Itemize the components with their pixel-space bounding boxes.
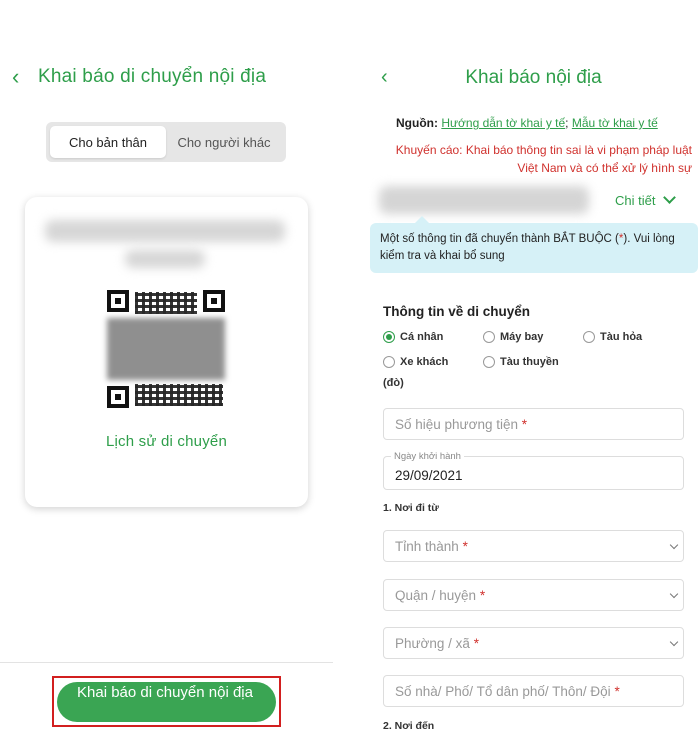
radio-icon bbox=[383, 356, 395, 368]
qr-blurred-area bbox=[107, 318, 225, 380]
blurred-profile-name bbox=[379, 186, 589, 214]
radio-label-continuation: (đò) bbox=[383, 377, 404, 389]
radio-icon bbox=[483, 331, 495, 343]
ward-select[interactable]: Phường / xã * bbox=[383, 627, 684, 659]
radio-train[interactable]: Tàu hỏa bbox=[583, 331, 642, 343]
radio-label: Tàu hỏa bbox=[600, 331, 643, 343]
form-template-link[interactable]: Mẫu tờ khai y tế bbox=[572, 116, 658, 130]
qr-finder bbox=[107, 290, 129, 312]
district-select[interactable]: Quận / huyện * bbox=[383, 579, 684, 611]
qr-pattern bbox=[135, 292, 197, 314]
required-star: * bbox=[614, 684, 620, 699]
detail-toggle[interactable]: Chi tiết bbox=[615, 191, 677, 208]
province-select[interactable]: Tỉnh thành * bbox=[383, 530, 684, 562]
chevron-left-icon[interactable]: ‹ bbox=[12, 66, 19, 88]
radio-label: Máy bay bbox=[500, 331, 544, 343]
date-value: 29/09/2021 bbox=[395, 468, 463, 483]
field-placeholder: Phường / xã bbox=[395, 636, 470, 651]
field-placeholder: Tỉnh thành bbox=[395, 539, 459, 554]
field-placeholder: Số nhà/ Phố/ Tổ dân phố/ Thôn/ Đội bbox=[395, 684, 611, 699]
blurred-name bbox=[45, 220, 285, 242]
blurred-id bbox=[125, 250, 205, 268]
required-info-notice: Một số thông tin đã chuyển thành BẮT BUỘ… bbox=[370, 216, 698, 273]
radio-label: Tàu thuyền bbox=[500, 356, 559, 368]
required-star: * bbox=[479, 588, 486, 603]
radio-coach[interactable]: Xe khách bbox=[383, 356, 448, 368]
from-heading: 1. Nơi đi từ bbox=[383, 502, 439, 514]
page-title: Khai báo di chuyển nội địa bbox=[38, 66, 267, 87]
travel-history-link[interactable]: Lịch sử di chuyển bbox=[0, 433, 333, 450]
segment-others[interactable]: Cho người khác bbox=[166, 126, 282, 158]
section-title: Thông tin về di chuyển bbox=[383, 304, 531, 319]
source-line: Nguồn: Hướng dẫn tờ khai y tế; Mẫu tờ kh… bbox=[396, 116, 658, 130]
source-separator: ; bbox=[565, 116, 569, 130]
gap bbox=[333, 0, 367, 737]
field-placeholder: Quận / huyện bbox=[395, 588, 477, 603]
guide-link[interactable]: Hướng dẫn tờ khai y tế bbox=[441, 116, 565, 130]
required-star: * bbox=[473, 636, 479, 651]
qr-pattern bbox=[135, 384, 223, 406]
chevron-down-icon bbox=[663, 191, 677, 204]
address-input[interactable]: Số nhà/ Phố/ Tổ dân phố/ Thôn/ Đội * bbox=[383, 675, 684, 707]
target-segmented-control: Cho bản thân Cho người khác bbox=[46, 122, 286, 162]
field-placeholder: Số hiệu phương tiện bbox=[395, 417, 518, 432]
domestic-declaration-button[interactable]: Khai báo di chuyển nội địa bbox=[57, 682, 276, 722]
vehicle-number-input[interactable]: Số hiệu phương tiện * bbox=[383, 408, 684, 440]
radio-label: Cá nhân bbox=[400, 331, 444, 343]
radio-selected-icon bbox=[383, 331, 395, 343]
notice-text: Một số thông tin đã chuyển thành BẮT BUỘ… bbox=[380, 233, 619, 245]
screen: ‹ Khai báo di chuyển nội địa Cho bản thâ… bbox=[0, 0, 700, 737]
radio-icon bbox=[583, 331, 595, 343]
radio-icon bbox=[483, 356, 495, 368]
radio-boat[interactable]: Tàu thuyền bbox=[483, 356, 559, 368]
to-heading: 2. Nơi đến bbox=[383, 720, 435, 732]
radio-airplane[interactable]: Máy bay bbox=[483, 331, 543, 343]
source-label: Nguồn: bbox=[396, 116, 438, 130]
qr-finder bbox=[107, 386, 129, 408]
phone-left: ‹ Khai báo di chuyển nội địa Cho bản thâ… bbox=[0, 0, 333, 737]
radio-personal[interactable]: Cá nhân bbox=[383, 331, 443, 343]
bottom-divider bbox=[0, 662, 333, 663]
qr-finder bbox=[203, 290, 225, 312]
required-star: * bbox=[521, 417, 528, 432]
radio-label: Xe khách bbox=[400, 356, 449, 368]
legal-warning: Khuyến cáo: Khai báo thông tin sai là vi… bbox=[395, 143, 692, 175]
required-star: * bbox=[462, 539, 468, 554]
page-title: Khai báo nội địa bbox=[465, 67, 602, 88]
date-label: Ngày khởi hành bbox=[391, 451, 464, 462]
phone-right: ‹ Khai báo nội địa Nguồn: Hướng dẫn tờ k… bbox=[367, 0, 700, 737]
qr-code bbox=[107, 290, 225, 408]
segment-self[interactable]: Cho bản thân bbox=[50, 126, 166, 158]
detail-label: Chi tiết bbox=[615, 193, 656, 208]
